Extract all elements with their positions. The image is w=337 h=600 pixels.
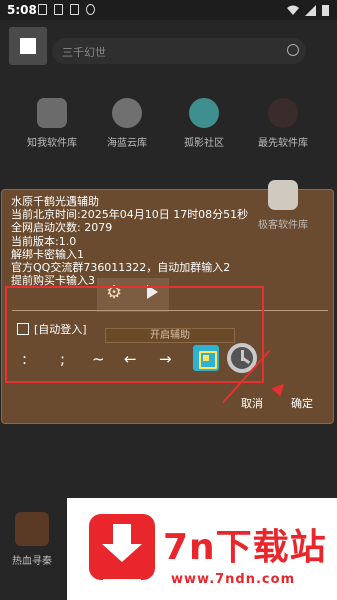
- app-hailan[interactable]: 海蓝云库: [95, 98, 159, 149]
- beijing-time: 当前北京时间:2025年04月10日 17时08分51秒: [11, 208, 249, 222]
- app-label: 热血寻秦: [12, 556, 52, 567]
- android-icon: [86, 4, 95, 15]
- app-icon: [37, 98, 67, 128]
- app-label: 最先软件库: [258, 138, 308, 149]
- watermark-url: www.7ndn.com: [171, 572, 296, 587]
- wifi-icon: [287, 5, 299, 15]
- status-icons: [287, 4, 329, 16]
- notification-icon: [38, 4, 47, 15]
- app-jike[interactable]: 极客软件库: [251, 180, 315, 231]
- version: 当前版本:1.0: [11, 234, 77, 248]
- info-panel: 水原千鹤光遇辅助 当前北京时间:2025年04月10日 17时08分51秒 全网…: [11, 195, 248, 287]
- logo-bar: [103, 579, 141, 584]
- app-label: 极客软件库: [258, 220, 308, 231]
- instruction-qq-group: 官方QQ交流群736011322，自动加群输入2: [11, 260, 231, 274]
- app-zhiwo[interactable]: 知我软件库: [20, 98, 84, 149]
- watermark-title: 7n下载站: [163, 527, 327, 568]
- app-icon: [15, 512, 49, 546]
- app-zuixian[interactable]: 最先软件库: [251, 98, 315, 149]
- app-rexue-xunqin[interactable]: 热血寻秦: [6, 512, 58, 567]
- status-time: 5:08: [7, 3, 37, 17]
- search-bar[interactable]: 三千幻世: [52, 38, 306, 64]
- app-icon: [189, 98, 219, 128]
- download-logo-icon: [89, 514, 155, 584]
- cancel-button[interactable]: 取消: [241, 395, 263, 411]
- notification-icon: [70, 4, 79, 15]
- highlight-box: [5, 286, 264, 383]
- app-label: 海蓝云库: [107, 138, 147, 149]
- status-bar: 5:08: [0, 0, 337, 20]
- app-icon: [112, 98, 142, 128]
- confirm-button[interactable]: 确定: [291, 395, 313, 411]
- watermark-banner: 7n下载站 www.7ndn.com: [67, 498, 337, 600]
- app-label: 孤影社区: [184, 138, 224, 149]
- search-placeholder: 三千幻世: [62, 46, 106, 59]
- menu-title: 水原千鹤光遇辅助: [11, 195, 99, 208]
- search-icon[interactable]: [287, 44, 299, 56]
- battery-icon: [322, 5, 329, 16]
- app-icon: [268, 180, 298, 210]
- download-icon: [54, 4, 63, 15]
- app-icon: [268, 98, 298, 128]
- floating-menu-button[interactable]: [9, 27, 47, 65]
- app-label: 知我软件库: [27, 138, 77, 149]
- launch-count: 全网启动次数: 2079: [11, 221, 113, 235]
- signal-icon: [305, 4, 316, 16]
- instruction-unbind: 解绑卡密输入1: [11, 247, 84, 261]
- app-guying[interactable]: 孤影社区: [172, 98, 236, 149]
